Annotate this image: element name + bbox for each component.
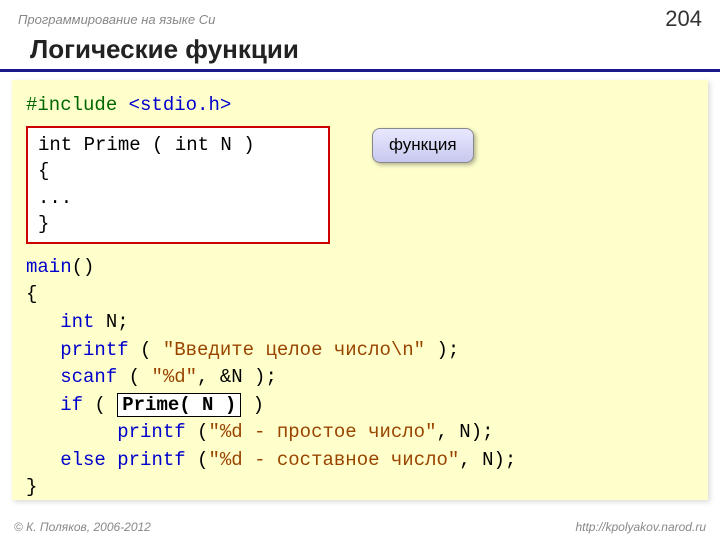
- if-line: if ( Prime( N ) ): [26, 392, 694, 420]
- printf1-kw: printf: [26, 339, 129, 361]
- decl-line: int N;: [26, 309, 694, 337]
- page-title: Логические функции: [0, 34, 720, 72]
- printf2-str: "%d - простое число": [208, 421, 436, 443]
- scanf-str: "%d": [151, 366, 197, 388]
- function-box: int Prime ( int N ) { ... }: [26, 126, 330, 244]
- scanf-line: scanf ( "%d", &N );: [26, 364, 694, 392]
- decl-rest: N;: [94, 311, 128, 333]
- include-lib: <stdio.h>: [129, 94, 232, 116]
- func-line-1: int Prime ( int N ): [38, 132, 318, 159]
- else-line: else printf ("%d - составное число", N);: [26, 447, 694, 475]
- func-line-2: {: [38, 158, 318, 185]
- footer: © К. Поляков, 2006-2012 http://kpolyakov…: [0, 520, 720, 534]
- main-paren: (): [72, 256, 95, 278]
- printf3-rest: , N);: [459, 449, 516, 471]
- decl-kw: int: [26, 311, 94, 333]
- slide: Программирование на языке Си 204 Логичес…: [0, 0, 720, 540]
- printf2-rest: , N);: [437, 421, 494, 443]
- include-keyword: #include: [26, 94, 129, 116]
- else-sp: [106, 449, 117, 471]
- main-line: main(): [26, 254, 694, 282]
- printf1-str: "Введите целое число\n": [163, 339, 425, 361]
- printf1-line: printf ( "Введите целое число\n" );: [26, 337, 694, 365]
- printf3-str: "%d - составное число": [208, 449, 459, 471]
- func-line-4: }: [38, 211, 318, 238]
- scanf-rest: , &N );: [197, 366, 277, 388]
- copyright: © К. Поляков, 2006-2012: [14, 520, 151, 534]
- header: Программирование на языке Си 204: [0, 0, 720, 34]
- printf1-open: (: [129, 339, 163, 361]
- include-line: #include <stdio.h>: [26, 92, 694, 120]
- main-kw: main: [26, 256, 72, 278]
- func-line-3: ...: [38, 185, 318, 212]
- scanf-open: (: [117, 366, 151, 388]
- if-kw: if: [26, 394, 83, 416]
- brace-open: {: [26, 281, 694, 309]
- printf2-open: (: [186, 421, 209, 443]
- printf3-kw: printf: [117, 449, 185, 471]
- if-close: ): [241, 394, 264, 416]
- scanf-kw: scanf: [26, 366, 117, 388]
- brace-close: }: [26, 474, 694, 502]
- callout-label: функция: [372, 128, 474, 163]
- printf2-kw: printf: [26, 421, 186, 443]
- printf1-close: );: [425, 339, 459, 361]
- course-title: Программирование на языке Си: [18, 12, 215, 27]
- printf2-line: printf ("%d - простое число", N);: [26, 419, 694, 447]
- prime-call-highlight: Prime( N ): [117, 393, 241, 417]
- printf3-open: (: [186, 449, 209, 471]
- code-block: #include <stdio.h> int Prime ( int N ) {…: [12, 80, 708, 500]
- else-kw: else: [26, 449, 106, 471]
- page-number: 204: [665, 6, 702, 32]
- if-open: (: [83, 394, 117, 416]
- footer-url: http://kpolyakov.narod.ru: [575, 520, 706, 534]
